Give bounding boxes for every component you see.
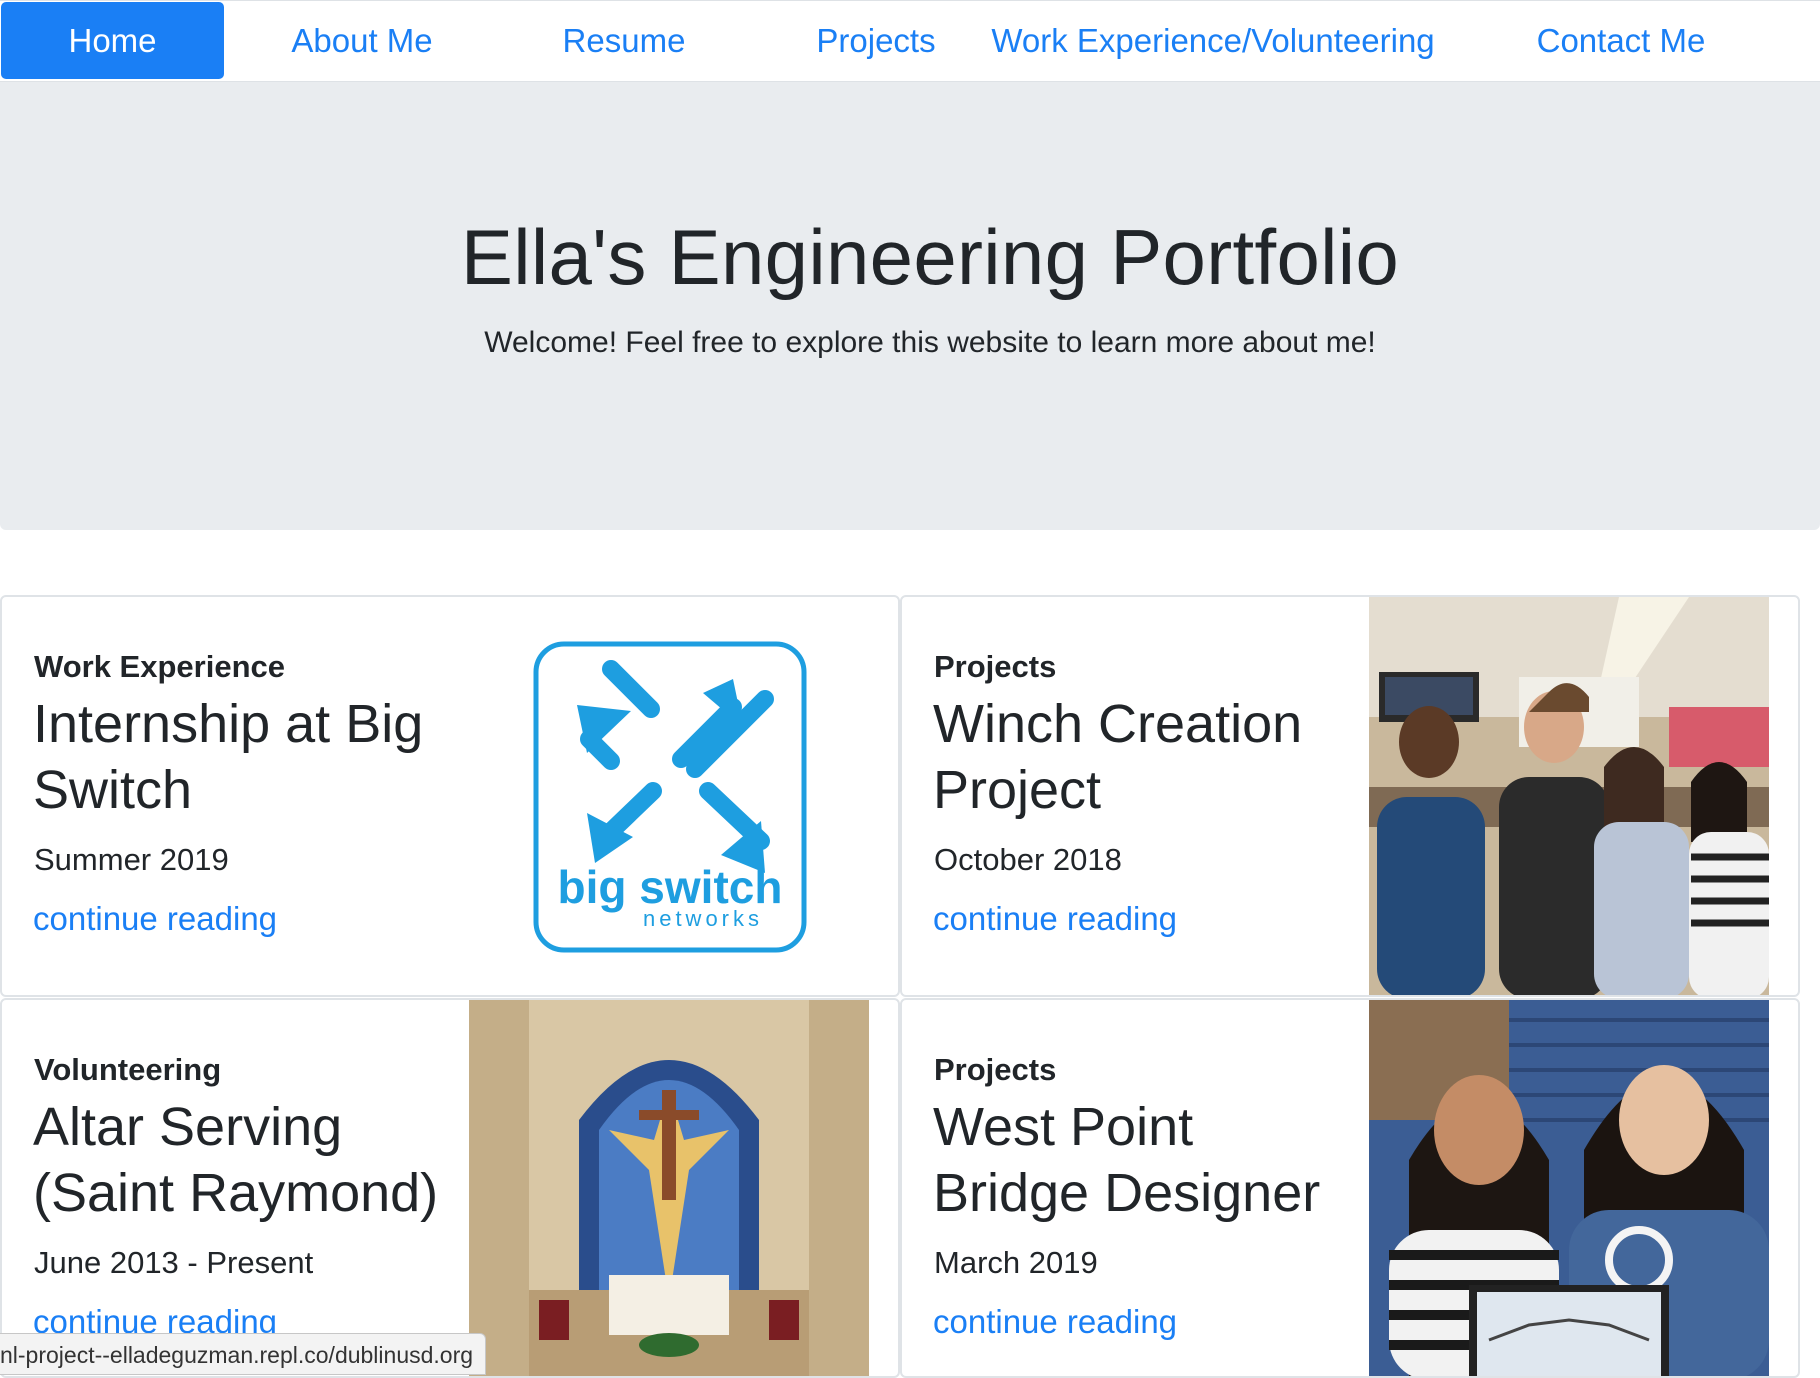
card-title-line2: (Saint Raymond) [33,1163,439,1223]
card-date: October 2018 [934,842,1122,877]
card-date: June 2013 - Present [34,1245,314,1280]
card-title-line2: Switch [33,760,193,820]
card-category: Projects [934,1052,1057,1087]
jumbotron: Ella's Engineering Portfolio Welcome! Fe… [0,82,1820,530]
logo-subtext: networks [643,906,763,931]
card-date: Summer 2019 [34,842,229,877]
big-switch-logo: big switch networks [533,641,807,953]
card-title-line1: Internship at Big [33,694,424,754]
page: Home About Me Resume Projects Work Exper… [0,0,1820,1378]
continue-reading-link[interactable]: continue reading [933,900,1177,938]
top-nav: Home About Me Resume Projects Work Exper… [0,0,1820,82]
continue-reading-link[interactable]: continue reading [933,1303,1177,1341]
page-title: Ella's Engineering Portfolio [460,213,1400,301]
nav-work-experience[interactable]: Work Experience/Volunteering [991,1,1434,81]
continue-reading-link[interactable]: continue reading [33,900,277,938]
winch-team-photo [1369,597,1769,995]
card-title-line1: Winch Creation [933,694,1303,754]
card-category: Projects [934,649,1057,684]
card-category: Work Experience [34,649,285,684]
card-winch: Projects Winch Creation Project October … [900,595,1800,997]
nav-about-me[interactable]: About Me [224,1,500,81]
card-title-line1: West Point [933,1097,1194,1157]
bridge-team-photo [1369,1000,1769,1376]
nav-home[interactable]: Home [1,2,224,79]
nav-contact-me[interactable]: Contact Me [1422,1,1820,81]
status-bar-url: nl-project--elladeguzman.repl.co/dublinu… [0,1333,487,1375]
card-bridge-designer: Projects West Point Bridge Designer Marc… [900,998,1800,1378]
big-switch-logo-svg: big switch networks [533,641,807,953]
classroom-photo [1369,597,1769,995]
card-title-line2: Project [933,760,1102,820]
bridge-photo [1369,1000,1769,1376]
card-category: Volunteering [34,1052,222,1087]
card-internship: Work Experience Internship at Big Switch… [0,595,900,997]
card-title-line1: Altar Serving [33,1097,343,1157]
nav-projects[interactable]: Projects [748,1,1004,81]
card-date: March 2019 [934,1245,1098,1280]
church-altar-photo [469,1000,869,1376]
card-title-line2: Bridge Designer [933,1163,1321,1223]
welcome-text: Welcome! Feel free to explore this websi… [484,326,1376,359]
altar-photo [469,1000,869,1376]
card-altar-serving: Volunteering Altar Serving (Saint Raymon… [0,998,900,1378]
nav-resume[interactable]: Resume [500,1,748,81]
